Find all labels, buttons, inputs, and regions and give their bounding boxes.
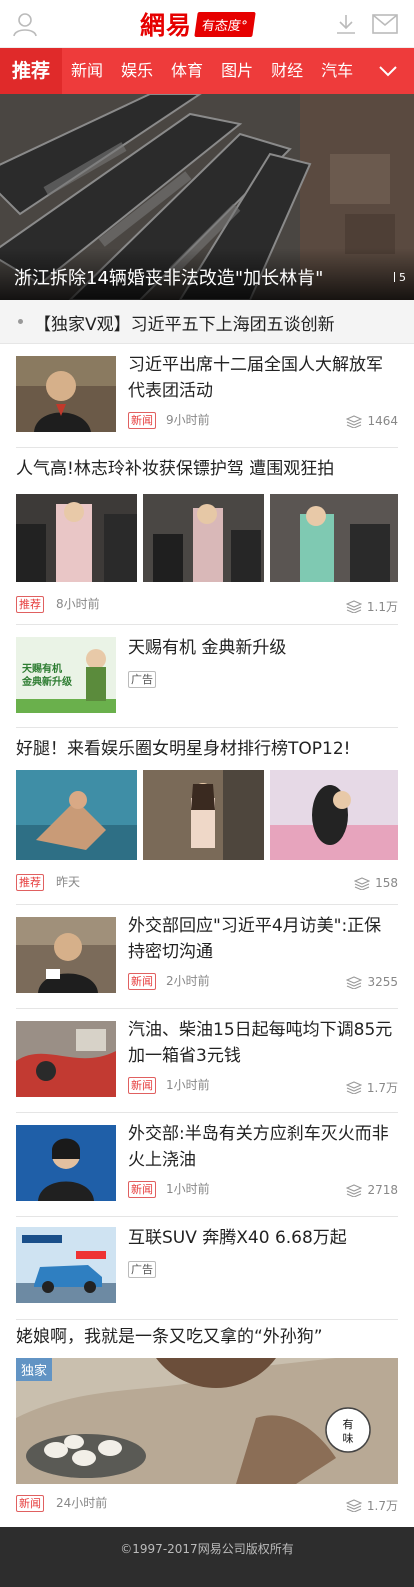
news-title: 好腿！来看娱乐圈女明星身材排行榜TOP12!	[16, 739, 351, 759]
headline-ticker[interactable]: 【独家V观】习近平五下上海团五谈创新	[0, 300, 414, 344]
top-bar: 網易 有态度°	[0, 0, 414, 48]
copyright-text: ©1997-2017网易公司版权所有	[120, 1542, 294, 1556]
comment-count[interactable]: 1464	[346, 414, 398, 428]
news-item[interactable]: 外交部:半岛有关方应刹车灭火而非火上浇油 新闻 1小时前 2718	[16, 1113, 398, 1217]
tab-finance[interactable]: 财经	[262, 48, 312, 94]
news-image-1	[16, 770, 137, 860]
news-badge: 新闻	[128, 412, 156, 429]
ad-item[interactable]: 天赐有机 金典新升级 天赐有机 金典新升级 广告	[16, 625, 398, 728]
news-time: 1小时前	[166, 1182, 210, 1196]
tab-photos[interactable]: 图片	[212, 48, 262, 94]
ad-badge: 广告	[128, 1261, 156, 1278]
tab-news[interactable]: 新闻	[62, 48, 112, 94]
news-title: 姥娘啊，我就是一条又吃又拿的“外孙狗”	[16, 1327, 323, 1347]
comment-stack-icon	[345, 1081, 362, 1094]
news-time: 9小时前	[166, 413, 210, 427]
ad-badge: 广告	[128, 671, 156, 688]
hero-carousel[interactable]: 浙江拆除14辆婚丧非法改造"加长林肯" 5	[0, 94, 414, 300]
ad-title: 天赐有机 金典新升级	[128, 638, 287, 658]
ad-thumbnail	[16, 1227, 116, 1303]
news-title: 外交部回应"习近平4月访美":正保持密切沟通	[128, 916, 382, 962]
news-image-3	[270, 494, 398, 582]
hero-caption: 浙江拆除14辆婚丧非法改造"加长林肯"	[14, 268, 324, 289]
logo-tagline: 有态度°	[194, 11, 256, 37]
comment-count[interactable]: 3255	[346, 975, 398, 989]
news-title: 外交部:半岛有关方应刹车灭火而非火上浇油	[128, 1124, 389, 1170]
news-badge: 新闻	[16, 1495, 44, 1512]
news-item[interactable]: 人气高!林志玲补妆获保镖护驾 遭围观狂拍 推荐 8小时前 1.1万	[16, 448, 398, 625]
comment-count[interactable]: 2718	[346, 1183, 398, 1197]
download-icon[interactable]	[334, 12, 358, 36]
news-time: 1小时前	[166, 1078, 210, 1092]
tab-recommend[interactable]: 推荐	[0, 48, 63, 94]
news-title: 汽油、柴油15日起每吨均下调85元 加一箱省3元钱	[128, 1020, 393, 1066]
news-item[interactable]: 汽油、柴油15日起每吨均下调85元 加一箱省3元钱 新闻 1小时前 1.7万	[16, 1009, 398, 1113]
ad-item[interactable]: 互联SUV 奔腾X40 6.68万起 广告	[16, 1217, 398, 1320]
news-image-3	[270, 770, 398, 860]
news-image-2	[143, 770, 264, 860]
comment-stack-icon	[346, 1183, 363, 1197]
news-thumbnail	[16, 356, 116, 432]
user-icon[interactable]	[12, 11, 38, 37]
ad-image-text-1: 天赐有机	[22, 664, 62, 675]
channel-nav: 推荐 新闻 娱乐 体育 图片 财经 汽车	[0, 48, 414, 94]
tab-entertainment[interactable]: 娱乐	[112, 48, 162, 94]
comment-stack-icon	[354, 876, 371, 890]
netease-logo[interactable]: 網易 有态度°	[140, 7, 256, 41]
news-badge: 新闻	[128, 1077, 156, 1094]
ad-title: 互联SUV 奔腾X40 6.68万起	[128, 1228, 347, 1248]
bullet-dot	[18, 319, 23, 324]
news-image-1	[16, 494, 137, 582]
news-item[interactable]: 姥娘啊，我就是一条又吃又拿的“外孙狗” 有 味 独家 新闻 24小时前 1.7万	[16, 1320, 398, 1527]
news-item[interactable]: 好腿！来看娱乐圈女明星身材排行榜TOP12! 推荐 昨天 158	[16, 728, 398, 905]
chevron-down-icon[interactable]	[378, 62, 398, 80]
ad-image-text-2: 金典新升级	[22, 677, 72, 688]
news-thumbnail	[16, 917, 116, 993]
news-large-image: 有 味 独家	[16, 1358, 398, 1484]
news-item[interactable]: 习近平出席十二届全国人大解放军代表团活动 新闻 9小时前 1464	[16, 344, 398, 448]
news-time: 2小时前	[166, 974, 210, 988]
comment-count[interactable]: 1.1万	[345, 598, 398, 615]
comment-stack-icon	[346, 975, 363, 989]
svg-text:有: 有	[343, 1417, 354, 1431]
comment-stack-icon	[345, 1499, 362, 1512]
logo-text: 網易	[140, 11, 193, 40]
news-item[interactable]: 外交部回应"习近平4月访美":正保持密切沟通 新闻 2小时前 3255	[16, 905, 398, 1009]
news-thumbnail	[16, 1021, 116, 1097]
exclusive-tag: 独家	[16, 1358, 53, 1381]
news-time: 24小时前	[56, 1496, 108, 1510]
hero-page-indicator: 5	[394, 271, 406, 284]
news-image-2	[143, 494, 264, 582]
news-badge: 新闻	[128, 1181, 156, 1198]
news-time: 8小时前	[56, 597, 100, 611]
comment-count[interactable]: 1.7万	[345, 1079, 398, 1096]
comment-count[interactable]: 1.7万	[345, 1497, 398, 1514]
mail-icon[interactable]	[372, 14, 398, 34]
comment-stack-icon	[345, 600, 362, 613]
ticker-text: 【独家V观】习近平五下上海团五谈创新	[34, 315, 335, 335]
ad-thumbnail: 天赐有机 金典新升级	[16, 637, 116, 713]
news-badge: 新闻	[128, 973, 156, 990]
comment-count[interactable]: 158	[354, 876, 398, 890]
tab-sports[interactable]: 体育	[162, 48, 212, 94]
news-badge: 推荐	[16, 596, 44, 613]
svg-text:味: 味	[343, 1432, 354, 1445]
news-title: 习近平出席十二届全国人大解放军代表团活动	[128, 355, 383, 401]
news-badge: 推荐	[16, 874, 44, 891]
comment-stack-icon	[346, 414, 363, 428]
footer: ©1997-2017网易公司版权所有	[0, 1527, 414, 1587]
news-time: 昨天	[56, 875, 81, 889]
news-thumbnail	[16, 1125, 116, 1201]
news-title: 人气高!林志玲补妆获保镖护驾 遭围观狂拍	[16, 459, 335, 479]
